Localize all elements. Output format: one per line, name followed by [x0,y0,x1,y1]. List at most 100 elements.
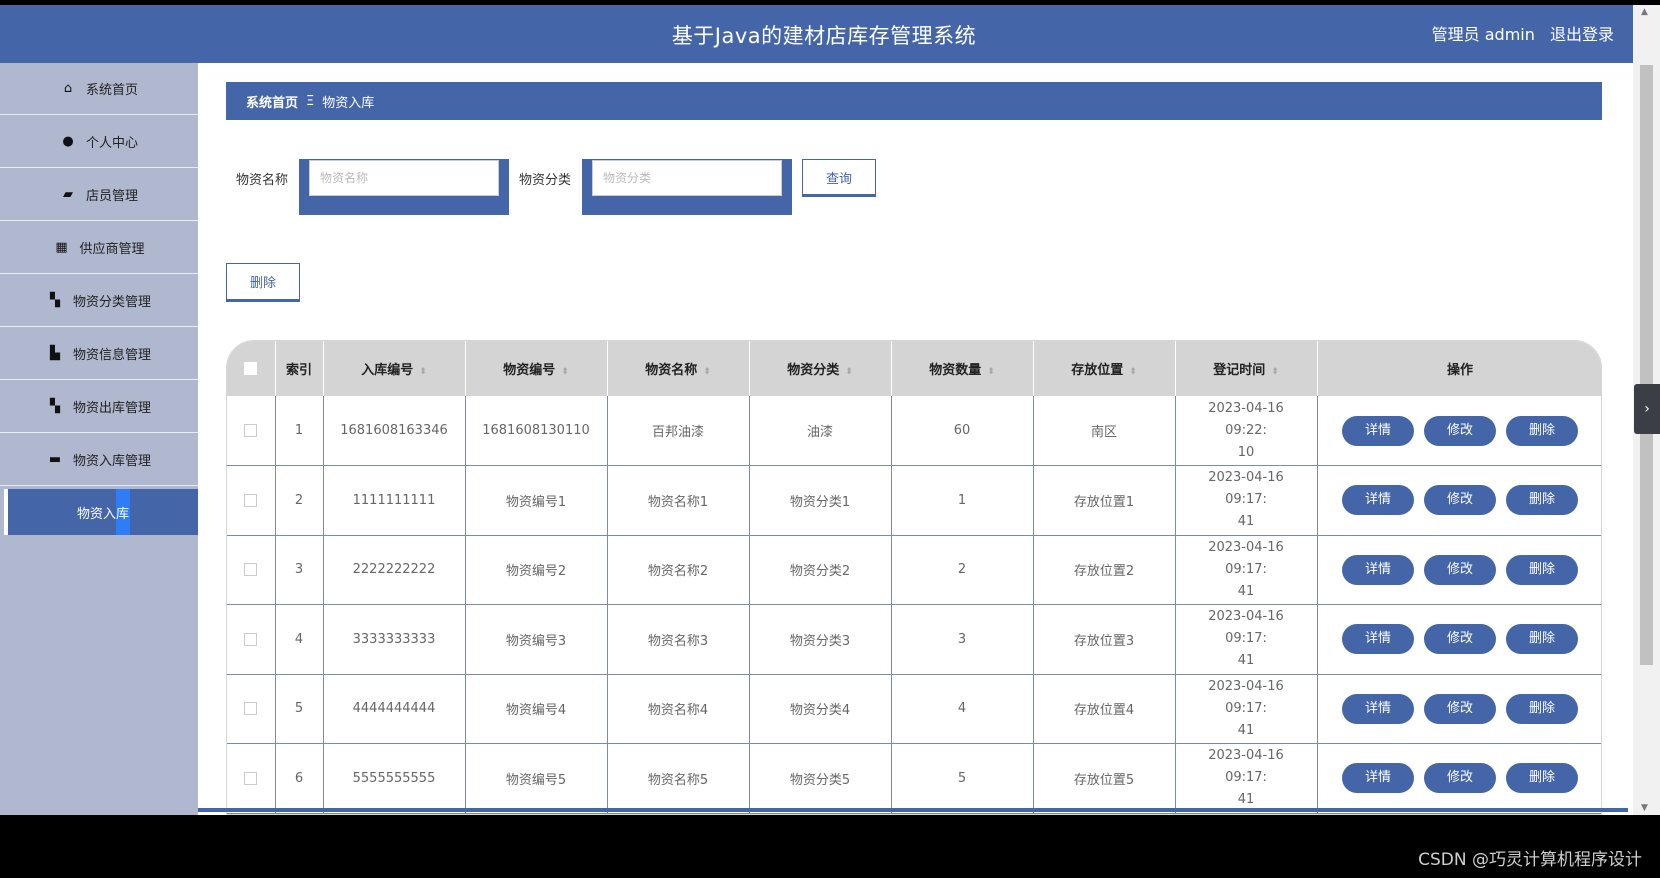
detail-button[interactable]: 详情 [1342,415,1414,446]
detail-button[interactable]: 详情 [1342,763,1414,794]
name-search-input[interactable] [309,160,499,196]
time-part: 2023-04-16 09:22: [1208,400,1284,438]
sidebar-item-label: 系统首页 [85,83,138,98]
sort-icon[interactable]: ⬍ [703,367,711,377]
time-part: 10 [1237,444,1255,460]
home-icon: ⌂ [63,81,73,96]
row-checkbox[interactable] [244,771,258,785]
user-label: 管理员 admin [1431,25,1535,44]
col-category[interactable]: 物资分类 ⬍ [749,341,892,396]
time-part: 2023-04-16 09:17: [1208,748,1284,786]
sidebar-item-outbound[interactable]: ▚ 物资出库管理 [0,381,198,433]
sort-icon[interactable]: ⬍ [987,367,995,377]
table-row: 6 5555555555 物资编号5 物资名称5 物资分类5 5 存放位置5 2… [227,743,1601,814]
detail-button[interactable]: 详情 [1342,485,1414,516]
category-label: 物资分类 [519,173,572,188]
row-delete-button[interactable]: 删除 [1506,763,1578,794]
query-button[interactable]: 查询 [802,159,876,195]
edit-button[interactable]: 修改 [1424,554,1496,585]
sidebar-item-staff[interactable]: ▰ 店员管理 [0,169,198,221]
cell-index: 2 [275,465,324,536]
edit-button[interactable]: 修改 [1424,763,1496,794]
data-table: 索引 入库编号 ⬍ 物资编号 ⬍ 物资名称 ⬍ 物资分类 ⬍ 物资数量 ⬍ 存放位置 ⬍ 登… [226,340,1602,815]
sidebar-item-material-info[interactable]: ▙ 物资信息管理 [0,328,198,380]
row-delete-button[interactable]: 删除 [1506,415,1578,446]
cell-name: 物资名称5 [607,743,750,814]
sort-icon[interactable]: ⬍ [845,367,853,377]
breadcrumb-home[interactable]: 系统首页 [246,92,298,111]
cell-in-no: 3333333333 [323,604,466,675]
scroll-thumb[interactable] [1640,65,1653,665]
cell-index: 4 [275,604,324,675]
edit-button[interactable]: 修改 [1424,415,1496,446]
sort-icon[interactable]: ⬍ [419,367,427,377]
col-in-no-label: 入库编号 [361,363,414,378]
detail-button[interactable]: 详情 [1342,693,1414,724]
select-all-checkbox[interactable] [244,362,258,375]
row-delete-button[interactable]: 删除 [1506,693,1578,724]
col-name[interactable]: 物资名称 ⬍ [607,341,750,396]
sidebar-item-category[interactable]: ▚ 物资分类管理 [0,275,198,327]
edit-button[interactable]: 修改 [1424,624,1496,655]
table-row: 4 3333333333 物资编号3 物资名称3 物资分类3 3 存放位置3 2… [227,604,1601,675]
col-time[interactable]: 登记时间 ⬍ [1175,341,1318,396]
cell-category: 物资分类3 [749,604,892,675]
row-checkbox[interactable] [244,493,258,507]
scroll-up-icon[interactable]: ▲ [1641,7,1648,17]
cell-name: 物资名称1 [607,465,750,536]
sidebar-item-inbound[interactable]: ▬ 物资入库管理 [0,434,198,486]
sort-icon[interactable]: ⬍ [1271,367,1279,377]
cell-location: 南区 [1033,396,1176,466]
cell-qty: 1 [891,465,1034,536]
table-row: 1 1681608163346 1681608130110 百邦油漆 油漆 60… [227,396,1601,466]
cell-location: 存放位置3 [1033,604,1176,675]
expand-panel-button[interactable]: › [1634,384,1660,434]
col-location[interactable]: 存放位置 ⬍ [1033,341,1176,396]
cell-qty: 60 [891,396,1034,466]
row-checkbox[interactable] [244,424,258,437]
cell-name: 物资名称4 [607,674,750,744]
col-index: 索引 [275,341,324,396]
col-in-no[interactable]: 入库编号 ⬍ [323,341,466,396]
scroll-down-icon[interactable]: ▼ [1641,803,1648,813]
cell-location: 存放位置5 [1033,743,1176,814]
row-delete-button[interactable]: 删除 [1506,624,1578,655]
row-checkbox[interactable] [244,563,258,577]
sort-icon[interactable]: ⬍ [561,367,569,377]
row-delete-button[interactable]: 删除 [1506,485,1578,516]
cell-actions: 详情 修改 删除 [1317,604,1601,675]
app-window: 基于Java的建材店库存管理系统 管理员 admin 退出登录 ⌂ 系统首页 ●… [0,0,1660,815]
apps-icon: ▚ [49,399,60,414]
cell-in-no: 1111111111 [323,465,466,536]
sidebar-item-label: 店员管理 [85,189,138,204]
sidebar: ⌂ 系统首页 ● 个人中心 ▰ 店员管理 ▦ 供应商管理 ▚ 物资分类管理 ▙ … [0,63,198,815]
sort-icon[interactable]: ⬍ [1129,367,1137,377]
detail-button[interactable]: 详情 [1342,624,1414,655]
sidebar-subitem-inbound[interactable]: 物资入库 [4,489,198,535]
bottom-accent-line [198,808,1628,812]
cell-location: 存放位置1 [1033,465,1176,536]
user-icon: ● [62,134,74,149]
delete-button[interactable]: 删除 [226,263,300,300]
col-code[interactable]: 物资编号 ⬍ [465,341,608,396]
edit-button[interactable]: 修改 [1424,693,1496,724]
row-checkbox[interactable] [244,632,258,646]
sidebar-item-profile[interactable]: ● 个人中心 [0,116,198,168]
edit-button[interactable]: 修改 [1424,485,1496,516]
time-part: 41 [1237,722,1255,738]
col-category-label: 物资分类 [787,363,840,378]
cell-code: 物资编号3 [465,604,608,675]
row-checkbox[interactable] [244,702,258,716]
logout-link[interactable]: 退出登录 [1550,25,1614,44]
message-icon: ▬ [48,452,62,467]
cell-code: 1681608130110 [465,396,608,466]
category-search-input[interactable] [592,160,782,196]
detail-button[interactable]: 详情 [1342,554,1414,585]
cell-category: 物资分类1 [749,465,892,536]
cell-in-no: 5555555555 [323,743,466,814]
sidebar-item-supplier[interactable]: ▦ 供应商管理 [0,222,198,274]
user-area: 管理员 admin 退出登录 [1432,5,1614,65]
row-delete-button[interactable]: 删除 [1506,554,1578,585]
col-qty[interactable]: 物资数量 ⬍ [891,341,1034,396]
sidebar-item-home[interactable]: ⌂ 系统首页 [0,63,198,115]
